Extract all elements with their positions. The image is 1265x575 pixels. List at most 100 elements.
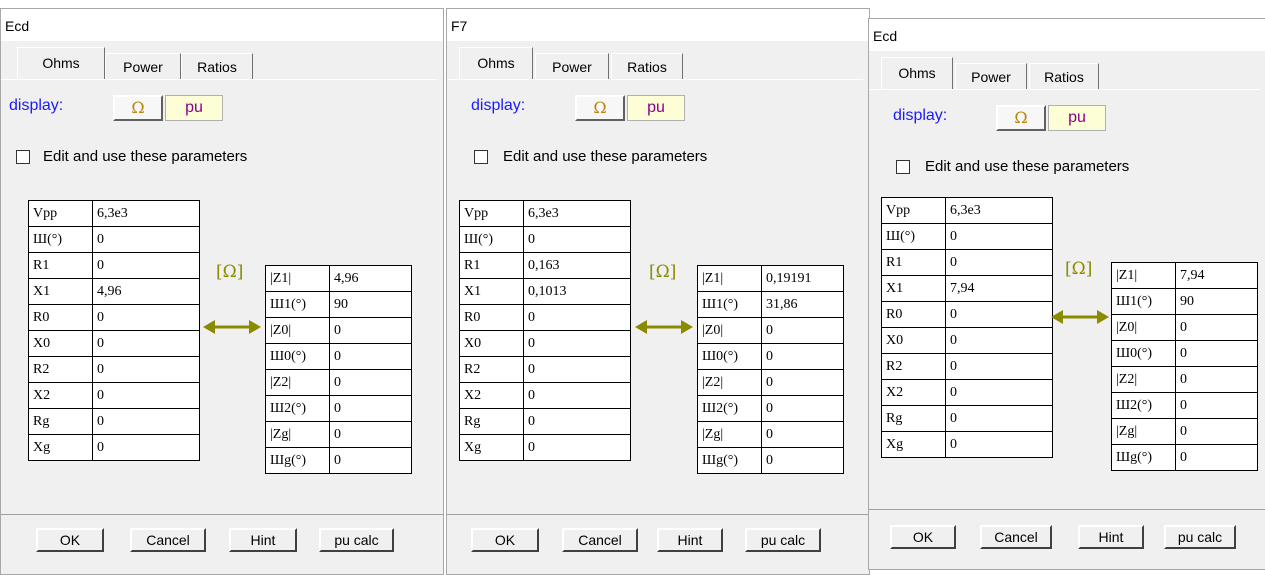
param-value[interactable]: 0 [945,353,1053,380]
param-value[interactable]: 0 [523,304,631,331]
ok-button[interactable]: OK [890,525,956,549]
tab-power[interactable]: Power [105,53,181,80]
param-value[interactable]: 0 [1175,418,1258,445]
hint-button[interactable]: Hint [1078,525,1144,549]
tab-ohms[interactable]: Ohms [17,47,105,79]
param-label: R2 [459,356,524,383]
param-label: R1 [881,249,946,276]
tab-ohms[interactable]: Ohms [881,57,953,89]
cancel-button[interactable]: Cancel [130,528,206,552]
param-value[interactable]: 6,3e3 [523,200,631,227]
edit-params-checkbox[interactable] [16,150,30,164]
param-value[interactable]: 0 [1175,366,1258,393]
display-ohm-button[interactable]: Ω [113,95,163,121]
cancel-button[interactable]: Cancel [980,525,1052,549]
display-pu-button[interactable]: pu [1048,105,1106,131]
param-value[interactable]: 0 [92,226,200,253]
param-value[interactable]: 4,96 [329,265,412,292]
display-ohm-button[interactable]: Ω [575,95,625,121]
param-value[interactable]: 0 [945,379,1053,406]
param-value[interactable]: 0 [92,434,200,461]
param-value[interactable]: 0 [329,317,412,344]
table-row: Ш1(°) 90 [265,291,412,318]
param-value[interactable]: 0 [523,382,631,409]
edit-params-checkbox[interactable] [896,160,910,174]
ok-button[interactable]: OK [36,528,104,552]
param-value[interactable]: 0 [92,330,200,357]
display-pu-button[interactable]: pu [165,95,223,121]
hint-button[interactable]: Hint [657,528,723,552]
param-value[interactable]: 6,3e3 [92,200,200,227]
footer-divider [1,514,443,515]
table-row: |Z2| 0 [1111,366,1258,393]
display-toggle: Ω pu [575,95,685,121]
tab-divider [869,89,1260,90]
param-value[interactable]: 0 [761,317,844,344]
param-value[interactable]: 0,1013 [523,278,631,305]
pu-calc-button[interactable]: pu calc [1164,525,1236,549]
param-label: X0 [881,327,946,354]
param-value[interactable]: 0 [329,369,412,396]
param-value[interactable]: 0 [1175,314,1258,341]
param-value[interactable]: 31,86 [761,291,844,318]
table-row: R2 0 [28,356,200,383]
param-value[interactable]: 6,3e3 [945,197,1053,224]
param-value[interactable]: 7,94 [1175,262,1258,289]
tab-ohms[interactable]: Ohms [459,47,533,79]
param-label: Vpp [881,197,946,224]
param-value[interactable]: 0 [761,343,844,370]
param-value[interactable]: 4,96 [92,278,200,305]
param-value[interactable]: 0 [945,249,1053,276]
tab-power[interactable]: Power [535,53,609,80]
param-value[interactable]: 0 [92,356,200,383]
param-value[interactable]: 0 [945,431,1053,458]
hint-button[interactable]: Hint [229,528,297,552]
param-value[interactable]: 0 [92,382,200,409]
table-row: R0 0 [28,304,200,331]
display-pu-button[interactable]: pu [627,95,685,121]
cancel-button[interactable]: Cancel [562,528,638,552]
param-value[interactable]: 90 [329,291,412,318]
param-value[interactable]: 0 [329,343,412,370]
ok-button[interactable]: OK [471,528,539,552]
param-value[interactable]: 0 [92,252,200,279]
param-value[interactable]: 0 [761,369,844,396]
param-value[interactable]: 0 [761,395,844,422]
tab-power[interactable]: Power [955,63,1027,90]
display-ohm-button[interactable]: Ω [996,105,1046,131]
param-label: Ш2(°) [265,395,330,422]
param-value[interactable]: 0 [945,405,1053,432]
param-value[interactable]: 0 [329,447,412,474]
param-value[interactable]: 0 [92,408,200,435]
param-value[interactable]: 0 [1175,392,1258,419]
pu-calc-button[interactable]: pu calc [319,528,394,552]
param-value[interactable]: 0 [945,301,1053,328]
param-value[interactable]: 0 [329,395,412,422]
param-value[interactable]: 0 [523,330,631,357]
param-value[interactable]: 0 [945,327,1053,354]
display-toggle: Ω pu [113,95,223,121]
param-value[interactable]: 0 [1175,444,1258,471]
param-value[interactable]: 0 [329,421,412,448]
param-label: |Zg| [1111,418,1176,445]
param-value[interactable]: 7,94 [945,275,1053,302]
param-value[interactable]: 0,19191 [761,265,844,292]
param-value[interactable]: 0 [523,434,631,461]
param-value[interactable]: 0 [523,356,631,383]
param-value[interactable]: 0 [761,421,844,448]
pu-calc-button[interactable]: pu calc [745,528,821,552]
param-value[interactable]: 0 [1175,340,1258,367]
tab-ratios[interactable]: Ratios [181,53,253,80]
param-value[interactable]: 0 [945,223,1053,250]
param-value[interactable]: 0 [761,447,844,474]
param-value[interactable]: 0 [523,408,631,435]
param-label: Ш(°) [881,223,946,250]
table-row: |Z2| 0 [697,369,844,396]
param-value[interactable]: 90 [1175,288,1258,315]
param-value[interactable]: 0 [523,226,631,253]
tab-ratios[interactable]: Ratios [611,53,683,80]
edit-params-checkbox[interactable] [474,150,488,164]
tab-ratios[interactable]: Ratios [1029,63,1099,90]
param-value[interactable]: 0,163 [523,252,631,279]
param-value[interactable]: 0 [92,304,200,331]
